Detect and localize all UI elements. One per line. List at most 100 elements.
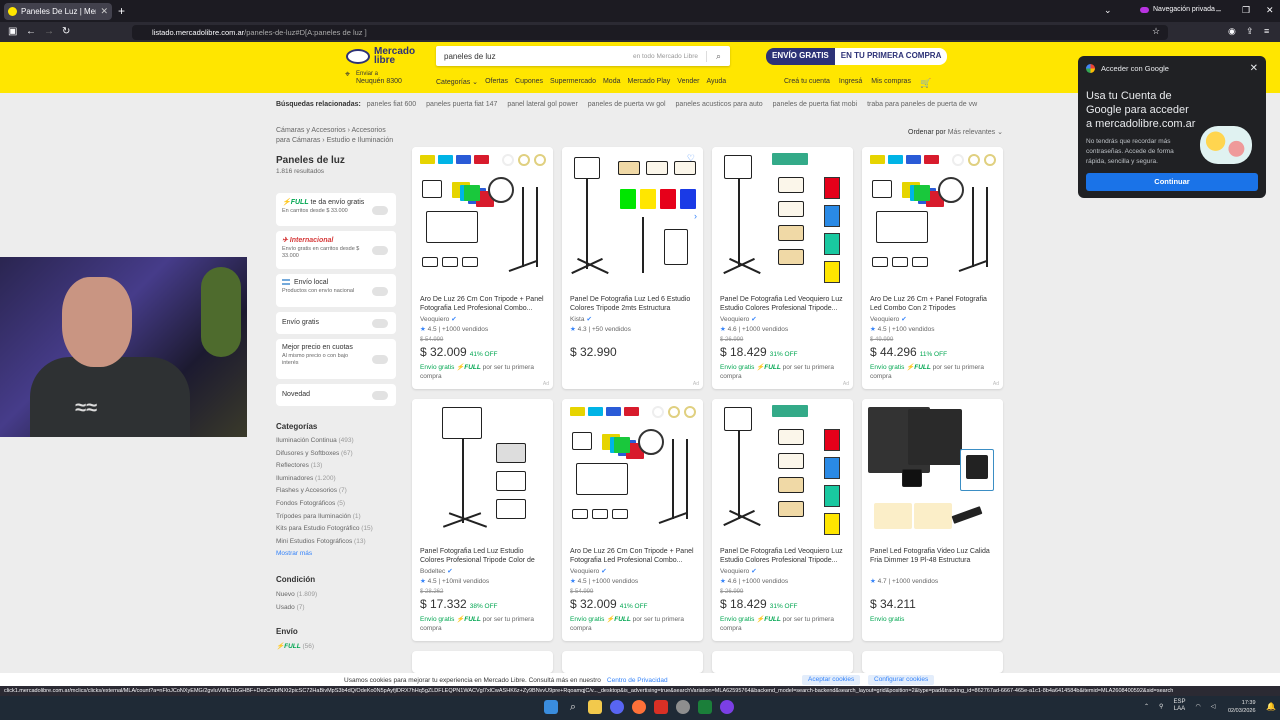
address-bar[interactable]: listado.mercadolibre.com.ar/paneles-de-l… [132,25,1168,40]
reload-icon[interactable]: ↻ [62,26,70,37]
firefox-private-icon[interactable] [720,700,734,714]
accept-cookies-button[interactable]: Aceptar cookies [802,675,861,685]
create-account-link[interactable]: Creá tu cuenta [784,78,830,89]
new-tab-button[interactable]: + [118,4,125,18]
filter-local-shipping[interactable]: Envío local Productos con envío nacional [276,274,396,307]
product-image[interactable] [412,399,553,539]
filter-new[interactable]: Novedad [276,384,396,406]
toggle-switch[interactable] [372,246,388,255]
product-title[interactable]: Panel Led Fotografia Video Luz Calida Fr… [870,547,996,565]
nav-sell[interactable]: Vender [677,78,699,86]
menu-icon[interactable]: ≡ [1264,26,1269,36]
product-card[interactable] [562,651,703,673]
discord-icon[interactable] [610,700,624,714]
product-image[interactable] [712,399,853,539]
category-item[interactable]: Fondos Fotográficos (5) [276,498,373,511]
forward-icon[interactable]: → [44,26,54,37]
product-image[interactable] [862,147,1003,287]
close-tab-icon[interactable]: ✕ [100,6,108,17]
condition-item[interactable]: Usado (7) [276,602,317,615]
related-item[interactable]: panel lateral gol power [507,101,577,108]
volume-icon[interactable]: ◁ [1211,703,1216,710]
product-title[interactable]: Aro De Luz 26 Cm + Panel Fotografia Led … [870,295,996,313]
product-card[interactable]: ♡ › Panel De Fotografia Luz Led 6 Estudio … [562,147,703,389]
product-card[interactable]: Aro De Luz 26 Cm Con Tripode + Panel Fot… [412,147,553,389]
app-icon-green[interactable] [698,700,712,714]
filter-best-price[interactable]: Mejor precio en cuotas Al mismo precio o… [276,339,396,379]
product-title[interactable]: Panel Fotografia Led Luz Estudio Colores… [420,547,546,565]
my-purchases-link[interactable]: Mis compras [871,78,911,89]
category-item[interactable]: Reflectores (13) [276,460,373,473]
related-item[interactable]: paneles de puerta fiat mobi [773,101,857,108]
product-title[interactable]: Panel De Fotografia Led Veoquiero Luz Es… [720,295,846,313]
product-title[interactable]: Panel De Fotografia Led Veoquiero Luz Es… [720,547,846,565]
toggle-switch[interactable] [372,391,388,400]
privacy-link[interactable]: Centro de Privacidad [607,677,668,684]
product-card[interactable] [862,651,1003,673]
nav-categories[interactable]: Categorías ⌄ [436,78,478,86]
file-explorer-icon[interactable] [588,700,602,714]
nav-coupons[interactable]: Cupones [515,78,543,86]
login-link[interactable]: Ingresá [839,78,862,89]
extensions-icon[interactable]: ⇪ [1246,26,1254,37]
search-input[interactable]: paneles de luz en todo Mercado Libre ⌕ [436,46,730,66]
product-image[interactable] [712,147,853,287]
close-window-button[interactable]: ✕ [1266,5,1274,16]
configure-cookies-button[interactable]: Configurar cookies [868,675,935,685]
category-item[interactable]: Flashes y Accesorios (7) [276,485,373,498]
nav-fashion[interactable]: Moda [603,78,621,86]
product-image[interactable] [562,147,703,287]
category-item[interactable]: Mini Estudios Fotográficos (13) [276,536,373,549]
product-image[interactable] [412,147,553,287]
minimize-button[interactable]: – [1216,5,1221,15]
product-image[interactable] [862,399,1003,539]
sort-dropdown[interactable]: Ordenar por Más relevantes ⌄ [908,128,1003,136]
maximize-button[interactable]: ❐ [1242,5,1250,16]
cart-icon[interactable]: 🛒 [920,78,931,89]
product-image[interactable] [562,399,703,539]
product-title[interactable]: Aro De Luz 26 Cm Con Tripode + Panel Fot… [570,547,696,565]
bookmark-star-icon[interactable]: ☆ [1152,26,1160,37]
sidebar-toggle-icon[interactable]: ▣ [8,26,17,37]
favorite-heart-icon[interactable]: ♡ [687,153,695,164]
toggle-switch[interactable] [372,319,388,328]
category-item[interactable]: Kits para Estudio Fotográfico (15) [276,523,373,536]
wifi-icon[interactable]: ◠ [1195,703,1200,710]
search-scope[interactable]: en todo Mercado Libre [633,53,698,60]
toggle-switch[interactable] [372,286,388,296]
show-more-link[interactable]: Mostrar más [276,548,373,561]
filter-free-shipping[interactable]: Envío gratis [276,312,396,334]
chevron-up-icon[interactable]: ⌃ [1144,703,1149,710]
related-item[interactable]: paneles acusticos para auto [676,101,763,108]
product-card[interactable]: Panel Led Fotografia Video Luz Calida Fr… [862,399,1003,641]
close-icon[interactable]: ✕ [1250,63,1258,74]
product-card[interactable] [412,651,553,673]
condition-item[interactable]: Nuevo (1.809) [276,589,317,602]
shipping-item[interactable]: ⚡FULL (56) [276,641,314,654]
nav-offers[interactable]: Ofertas [485,78,508,86]
breadcrumb[interactable]: Cámaras y Accesorios › Accesorios para C… [276,126,396,146]
product-card[interactable]: Aro De Luz 26 Cm Con Tripode + Panel Fot… [562,399,703,641]
account-icon[interactable]: ◉ [1228,26,1236,37]
product-card[interactable]: Panel De Fotografia Led Veoquiero Luz Es… [712,147,853,389]
related-item[interactable]: traba para paneles de puerta de vw [867,101,977,108]
clock[interactable]: 17:39 02/03/2026 [1228,699,1256,715]
free-shipping-promo[interactable]: ENVÍO GRATIS EN TU PRIMERA COMPRA [766,48,948,65]
product-card[interactable]: Aro De Luz 26 Cm + Panel Fotografia Led … [862,147,1003,389]
toggle-switch[interactable] [372,205,388,215]
product-card[interactable] [712,651,853,673]
tab-list-icon[interactable]: ⌄ [1104,5,1112,16]
settings-gear-icon[interactable] [676,700,690,714]
category-item[interactable]: Difusores y Softboxes (67) [276,448,373,461]
related-item[interactable]: paneles fiat 600 [367,101,416,108]
google-continue-button[interactable]: Continuar [1086,173,1258,191]
filter-international[interactable]: ✈ Internacional Envío gratis en carritos… [276,231,396,269]
browser-tab[interactable]: Paneles De Luz | MercadoLibre ✕ [4,3,112,20]
nav-supermarket[interactable]: Supermercado [550,78,596,86]
app-icon-red[interactable] [654,700,668,714]
nav-mercado-play[interactable]: Mercado Play [627,78,670,86]
search-taskbar-icon[interactable]: ⌕ [566,700,580,714]
nav-help[interactable]: Ayuda [706,78,726,86]
category-item[interactable]: Trípodes para Iluminación (1) [276,511,373,524]
related-item[interactable]: paneles de puerta vw gol [588,101,666,108]
